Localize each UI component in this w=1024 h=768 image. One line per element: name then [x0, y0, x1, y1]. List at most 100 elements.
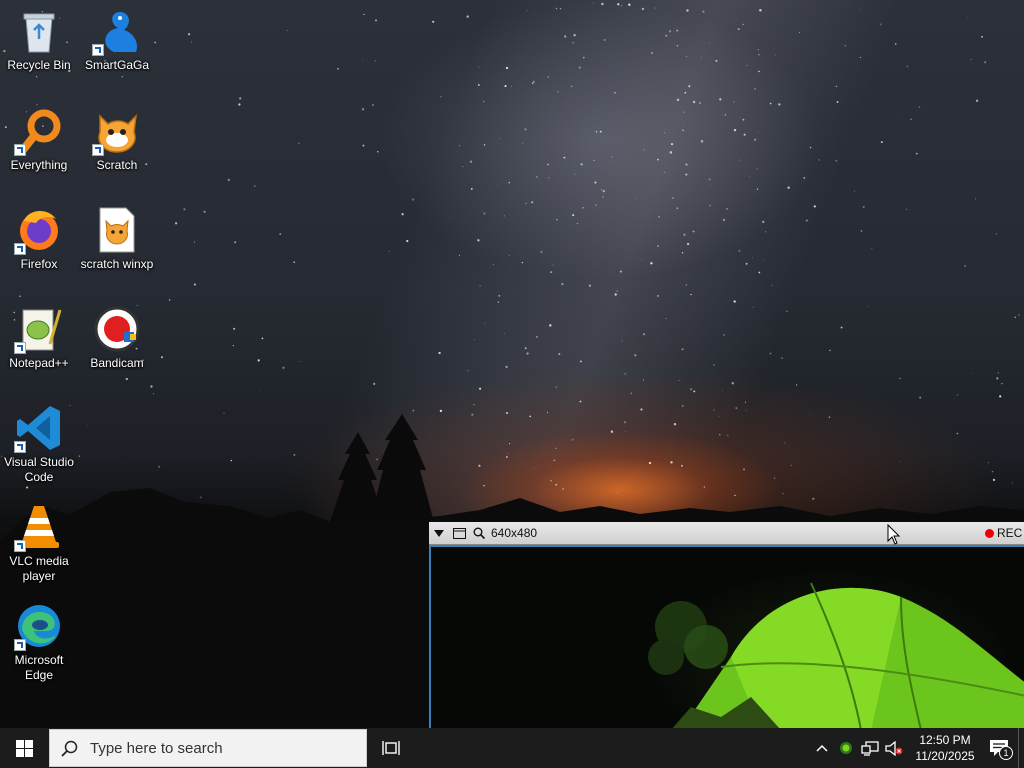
star	[709, 42, 711, 44]
star	[458, 254, 461, 257]
star	[556, 90, 559, 93]
system-tray: 12:50 PM 11/20/2025 1	[810, 728, 1024, 768]
star	[469, 160, 473, 163]
search-input[interactable]	[88, 738, 352, 758]
star	[449, 216, 451, 217]
dropdown-arrow-icon[interactable]	[429, 522, 449, 544]
star	[759, 9, 762, 12]
star	[745, 262, 748, 265]
shortcut-arrow-icon	[92, 144, 104, 156]
star	[862, 205, 865, 208]
star	[781, 357, 784, 360]
star	[239, 97, 242, 100]
star	[254, 185, 256, 187]
star	[744, 401, 747, 403]
star	[742, 118, 745, 121]
star	[524, 128, 527, 131]
desktop-icon-scratch[interactable]: Scratch	[78, 106, 156, 173]
star	[683, 125, 684, 127]
desktop-wallpaper: Recycle Bin SmartGaGa Everything Scratch…	[0, 0, 1024, 728]
capture-area[interactable]	[429, 545, 1024, 728]
volume-muted-icon[interactable]	[882, 728, 906, 768]
desktop-icon-notepad-plus-plus[interactable]: Notepad++	[0, 304, 78, 371]
star	[547, 76, 549, 78]
desktop-icon-scratch-winxp[interactable]: scratch winxp	[78, 205, 156, 272]
star	[458, 145, 460, 147]
star	[261, 337, 264, 340]
chevron-up-icon[interactable]	[810, 728, 834, 768]
star	[972, 372, 974, 374]
zoom-icon[interactable]	[469, 522, 489, 544]
show-desktop-button[interactable]	[1018, 728, 1024, 768]
star	[778, 103, 781, 106]
desktop-icon-edge[interactable]: Microsoft Edge	[0, 601, 78, 683]
everything-search-icon	[14, 106, 64, 156]
nvidia-status-icon[interactable]	[834, 728, 858, 768]
star	[752, 306, 754, 308]
bandicam-toolbar[interactable]: 640x480 REC	[429, 522, 1024, 545]
star	[440, 96, 442, 98]
star	[906, 208, 908, 210]
star	[232, 344, 234, 347]
star	[559, 8, 562, 10]
desktop-icon-label: Everything	[10, 158, 68, 172]
star	[684, 91, 687, 94]
star	[279, 233, 282, 235]
star	[735, 407, 738, 410]
capture-size-label[interactable]: 640x480	[491, 526, 537, 540]
star	[702, 10, 705, 13]
star	[576, 222, 578, 225]
star	[756, 188, 759, 190]
star	[774, 54, 776, 56]
desktop-icon-vlc[interactable]: VLC media player	[0, 502, 78, 584]
star	[504, 85, 507, 88]
star	[981, 36, 983, 38]
star	[737, 28, 740, 31]
shortcut-arrow-icon	[14, 342, 26, 354]
window-select-icon[interactable]	[449, 522, 469, 544]
star	[168, 299, 171, 301]
star	[614, 293, 617, 296]
desktop-icon-smartgaga[interactable]: SmartGaGa	[78, 6, 156, 73]
task-view-button[interactable]	[367, 728, 415, 768]
star	[733, 101, 735, 103]
star	[375, 19, 377, 22]
desktop-icon-everything[interactable]: Everything	[0, 106, 78, 173]
star	[522, 142, 523, 144]
action-center-button[interactable]: 1	[982, 728, 1016, 768]
star	[818, 159, 820, 161]
star	[194, 241, 196, 243]
star	[918, 106, 921, 108]
star	[496, 185, 498, 187]
star	[641, 7, 645, 11]
star	[483, 212, 486, 215]
taskbar-clock[interactable]: 12:50 PM 11/20/2025	[912, 732, 978, 764]
star	[664, 132, 666, 134]
star	[470, 188, 473, 190]
record-button[interactable]: REC	[985, 522, 1022, 544]
star	[19, 295, 21, 298]
star	[688, 85, 691, 88]
start-button[interactable]	[0, 728, 48, 768]
network-icon[interactable]	[858, 728, 882, 768]
star	[692, 230, 695, 233]
notepad-plus-plus-icon	[14, 304, 64, 354]
star	[771, 284, 773, 286]
desktop-icon-firefox[interactable]: Firefox	[0, 205, 78, 272]
star	[582, 206, 584, 209]
star	[740, 159, 742, 161]
desktop-icon-recycle-bin[interactable]: Recycle Bin	[0, 6, 78, 73]
shortcut-arrow-icon	[92, 44, 104, 56]
star	[363, 13, 365, 16]
star	[910, 118, 912, 120]
edge-icon	[14, 601, 64, 651]
desktop-icon-bandicam[interactable]: Bandicam	[78, 304, 156, 371]
star	[1014, 316, 1017, 319]
desktop-icon-label: Microsoft Edge	[14, 653, 64, 682]
star	[999, 395, 1002, 398]
desktop-icon-vscode[interactable]: Visual Studio Code	[0, 403, 78, 485]
bandicam-recorder-window[interactable]: 640x480 REC	[429, 522, 1024, 728]
taskbar-search-box[interactable]	[49, 729, 367, 767]
star	[526, 10, 528, 12]
star	[753, 138, 757, 141]
